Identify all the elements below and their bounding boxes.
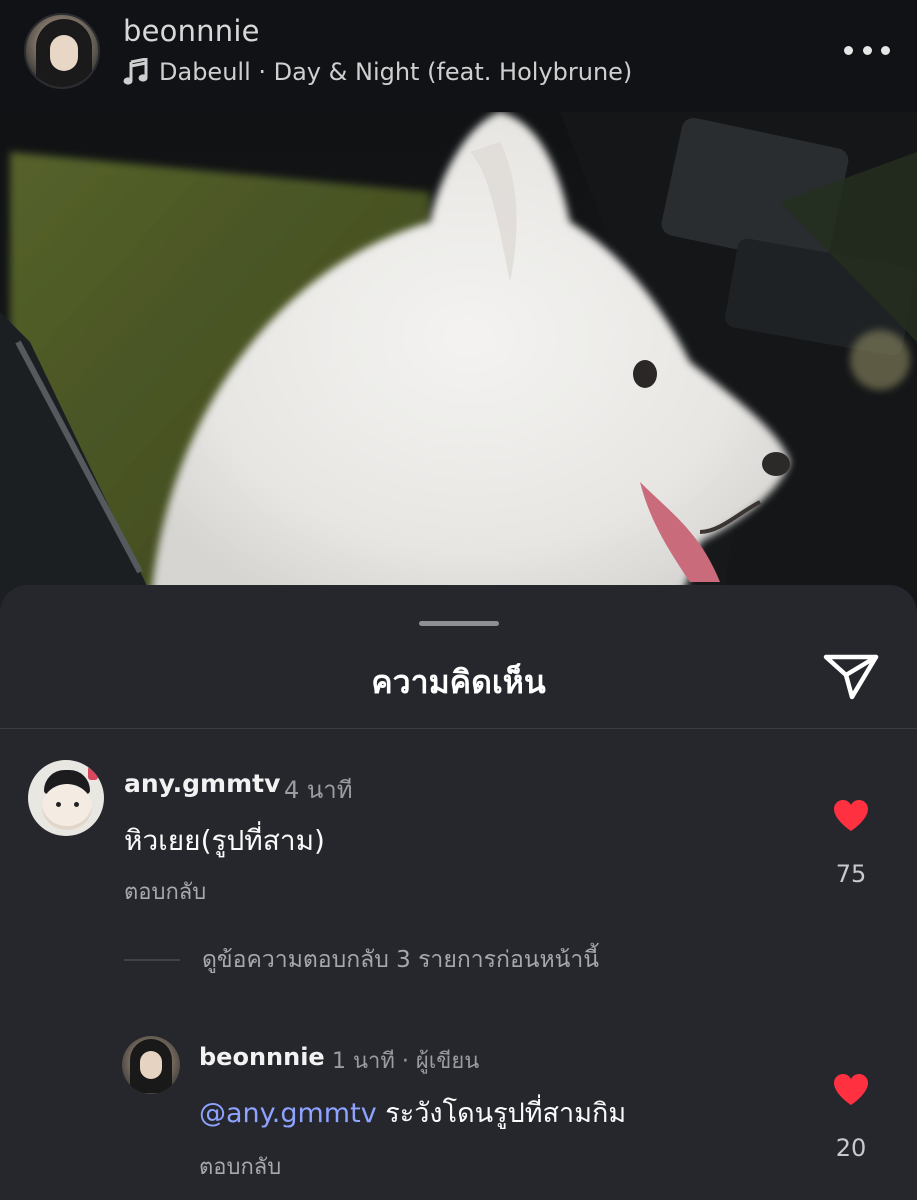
mention-link[interactable]: @any.gmmtv (199, 1098, 377, 1129)
post-author-username[interactable]: beonnnie (123, 14, 260, 48)
music-track-label: Dabeull · Day & Night (feat. Holybrune) (159, 58, 633, 86)
reply-button[interactable]: ตอบกลับ (199, 1149, 281, 1184)
music-note-icon (123, 58, 148, 85)
send-icon[interactable] (822, 649, 880, 701)
comment-username[interactable]: any.gmmtv (124, 769, 280, 798)
comment-avatar[interactable] (28, 760, 104, 836)
reply-avatar[interactable] (122, 1036, 180, 1094)
reply-meta: 1 นาที · ผู้เขียน (332, 1049, 480, 1074)
more-options-icon[interactable] (844, 38, 890, 62)
post-author-avatar[interactable] (24, 13, 100, 89)
comment-text: หิวเยย(รูปที่สาม) (124, 824, 325, 857)
heart-icon[interactable] (832, 1073, 870, 1107)
post-header: beonnnie Dabeull · Day & Night (feat. Ho… (0, 0, 917, 112)
like-count: 20 (835, 1134, 867, 1162)
comments-title: ความคิดเห็น (371, 663, 546, 701)
view-replies-label: ดูข้อความตอบกลับ 3 รายการก่อนหน้านี้ (202, 947, 599, 973)
sheet-drag-handle[interactable] (419, 621, 499, 626)
sheet-divider (0, 728, 917, 729)
reply-username[interactable]: beonnnie (199, 1043, 325, 1071)
comment-time: 4 นาที (284, 776, 353, 804)
reply-button[interactable]: ตอบกลับ (124, 874, 206, 909)
music-attribution[interactable]: Dabeull · Day & Night (feat. Holybrune) (123, 56, 632, 88)
like-count: 75 (835, 860, 867, 888)
reply-text: @any.gmmtv ระวังโดนรูปที่สามกิม (199, 1091, 626, 1134)
replies-line (124, 959, 180, 961)
reply-body: ระวังโดนรูปที่สามกิม (376, 1098, 627, 1129)
post-photo[interactable] (0, 112, 917, 612)
view-previous-replies-button[interactable]: ดูข้อความตอบกลับ 3 รายการก่อนหน้านี้ (124, 945, 599, 975)
comments-sheet: ความคิดเห็น any.gmmtv 4 นาที หิวเยย(รูปท… (0, 585, 917, 1200)
heart-icon[interactable] (832, 799, 870, 833)
